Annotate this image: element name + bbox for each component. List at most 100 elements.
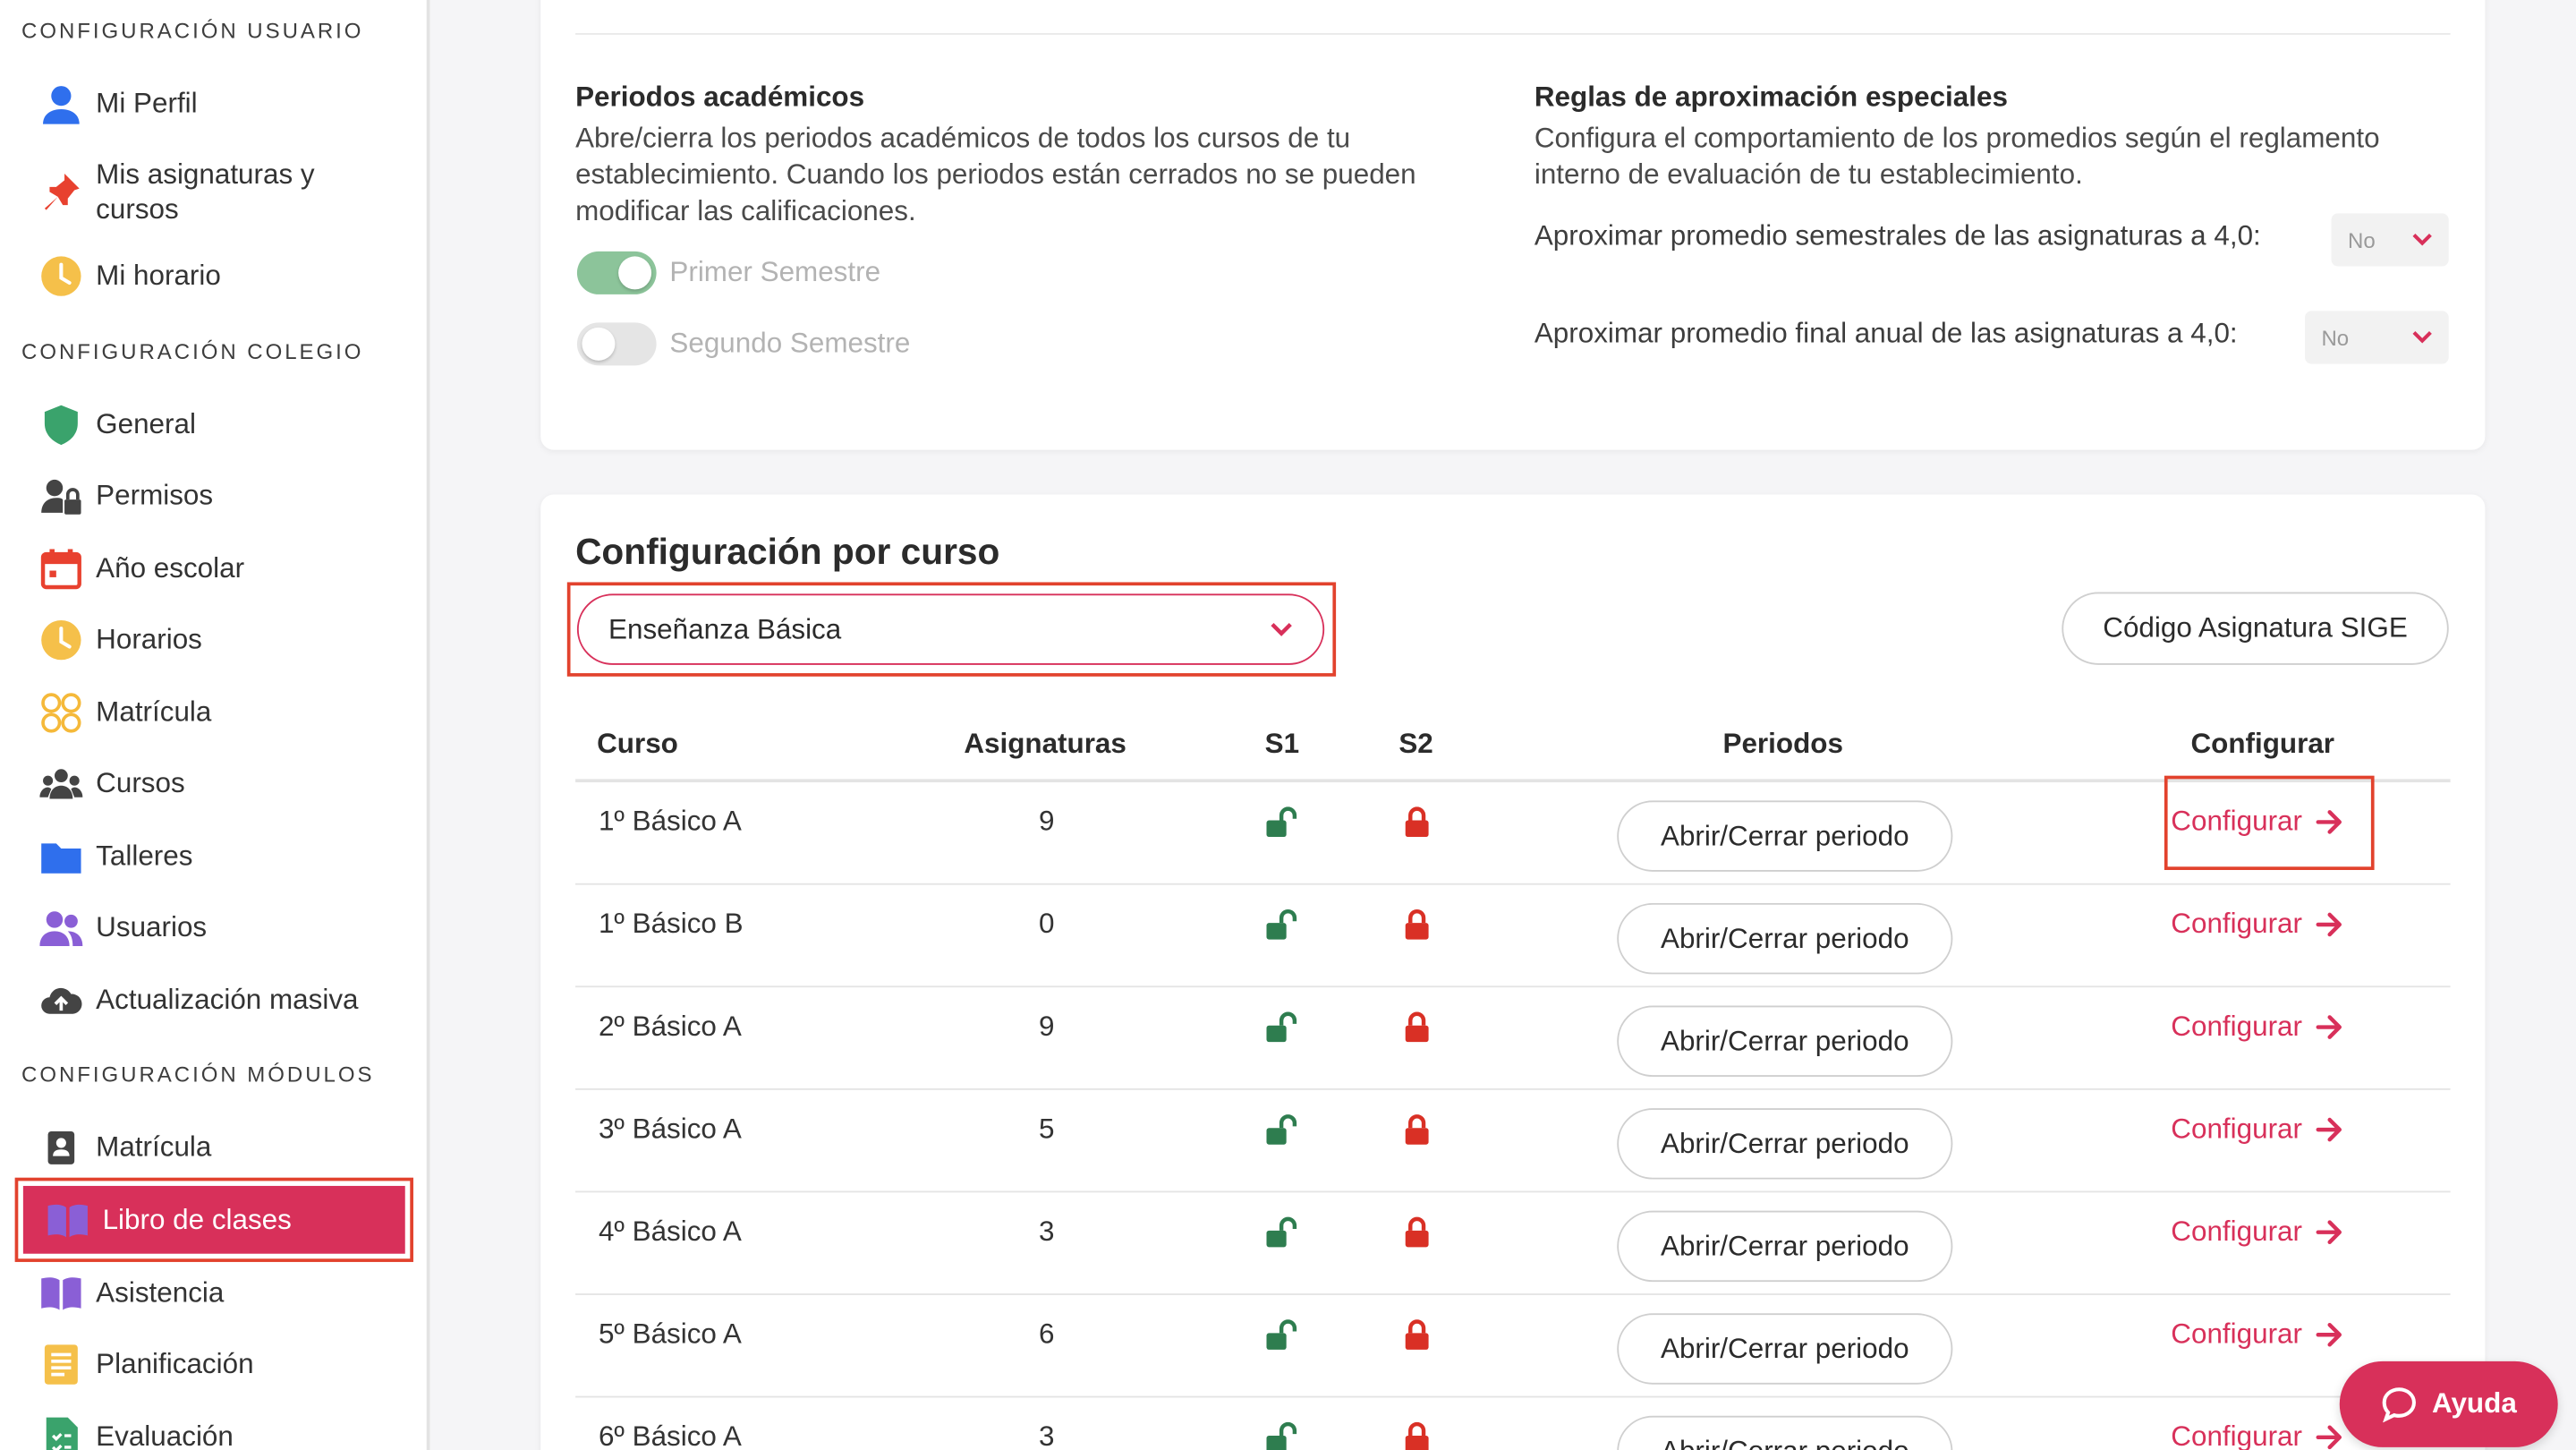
rule-label: Aproximar promedio final anual de las as… [1534, 317, 2238, 349]
sidebar-item-label: Asistencia [96, 1276, 225, 1309]
chevron-down-icon [1271, 623, 1292, 636]
open-close-period-button[interactable]: Abrir/Cerrar periodo [1617, 902, 1953, 975]
cloud-upload-icon [39, 979, 82, 1022]
open-close-period-button[interactable]: Abrir/Cerrar periodo [1617, 800, 1953, 872]
toggle-knob [582, 327, 616, 361]
clock-icon [39, 255, 82, 298]
sidebar-item-actualizacion-masiva[interactable]: Actualización masiva [39, 979, 413, 1022]
contact-card-icon [39, 1126, 82, 1169]
sidebar-item-asistencia[interactable]: Asistencia [39, 1272, 413, 1315]
unlock-icon [1265, 1318, 1298, 1352]
sidebar-item-label: General [96, 408, 196, 440]
open-close-period-button[interactable]: Abrir/Cerrar periodo [1617, 1108, 1953, 1180]
configure-link[interactable]: Configurar [2171, 1113, 2345, 1147]
sidebar-item-mi-perfil[interactable]: Mi Perfil [39, 82, 413, 125]
rules-description: Configura el comportamiento de los prome… [1534, 122, 2380, 191]
column-header-asignaturas: Asignaturas [964, 728, 1126, 760]
subject-count: 6 [1038, 1318, 1055, 1350]
column-header-s2: S2 [1399, 728, 1433, 760]
course-config-title: Configuración por curso [575, 531, 1000, 573]
help-label: Ayuda [2431, 1387, 2517, 1420]
help-button[interactable]: Ayuda [2339, 1360, 2558, 1447]
sidebar-item-mis-asignaturas[interactable]: Mis asignaturas y cursos [39, 156, 413, 228]
table-row: 1º Básico B 0 Abrir/Cerrar periodo Configur… [575, 885, 2451, 988]
arrow-right-icon [2316, 911, 2345, 938]
sige-code-button[interactable]: Código Asignatura SIGE [2062, 592, 2449, 665]
sidebar-item-label: Usuarios [96, 911, 208, 943]
toggle-label: Segundo Semestre [669, 327, 911, 359]
course-name: 1º Básico B [598, 908, 744, 940]
clock-icon [39, 618, 82, 661]
sidebar-item-label: Permisos [96, 479, 214, 512]
toggle-segundo-semestre[interactable] [576, 322, 657, 366]
table-row: 5º Básico A 6 Abrir/Cerrar periodo Configur… [575, 1295, 2451, 1398]
toggle-primer-semestre[interactable] [576, 251, 657, 294]
sidebar-item-matricula-modulo[interactable]: Matrícula [39, 1126, 413, 1169]
sidebar-item-libro-de-clases[interactable]: Libro de clases [14, 1177, 413, 1262]
sidebar-item-usuarios[interactable]: Usuarios [39, 907, 413, 950]
rule-label: Aproximar promedio semestrales de las as… [1534, 219, 2261, 252]
rule-select-semestral[interactable]: No [2331, 213, 2449, 267]
sidebar-item-label: Actualización masiva [96, 984, 359, 1016]
sidebar-item-label: Año escolar [96, 552, 245, 584]
course-name: 5º Básico A [598, 1318, 742, 1350]
column-header-s1: S1 [1264, 728, 1300, 760]
unlock-icon [1265, 908, 1298, 941]
open-close-period-button[interactable]: Abrir/Cerrar periodo [1617, 1005, 1953, 1077]
subject-count: 3 [1038, 1215, 1055, 1248]
lock-icon [1400, 908, 1433, 941]
open-close-period-button[interactable]: Abrir/Cerrar periodo [1617, 1210, 1953, 1283]
configure-link[interactable]: Configurar [2171, 1318, 2345, 1352]
table-row: 2º Básico A 9 Abrir/Cerrar periodo Configur… [575, 987, 2451, 1090]
sidebar-item-talleres[interactable]: Talleres [39, 835, 413, 878]
unlock-icon [1265, 1420, 1298, 1450]
configure-label: Configurar [2171, 1011, 2302, 1043]
notes-icon [39, 1343, 82, 1386]
sidebar-item-label: Libro de clases [102, 1203, 292, 1235]
arrow-right-icon [2316, 1219, 2345, 1246]
lock-icon [1400, 1215, 1433, 1249]
sidebar-item-matricula[interactable]: Matrícula [39, 691, 413, 734]
course-name: 2º Básico A [598, 1011, 742, 1043]
sidebar-item-horarios[interactable]: Horarios [39, 618, 413, 661]
rule-select-anual[interactable]: No [2304, 311, 2449, 364]
open-close-period-button[interactable]: Abrir/Cerrar periodo [1617, 1415, 1953, 1450]
section-title-school: CONFIGURACIÓN COLEGIO [21, 338, 364, 364]
sidebar-item-general[interactable]: General [39, 404, 413, 447]
chevron-down-icon [2412, 330, 2432, 344]
unlock-icon [1265, 1113, 1298, 1147]
chevron-down-icon [2412, 233, 2432, 246]
sidebar-item-planificacion[interactable]: Planificación [39, 1343, 413, 1386]
configure-link[interactable]: Configurar [2171, 1420, 2345, 1450]
sidebar-item-label: Mi horario [96, 260, 221, 292]
sidebar-item-label: Mi Perfil [96, 87, 198, 120]
select-value: Enseñanza Básica [608, 612, 842, 644]
level-select[interactable]: Enseñanza Básica [576, 593, 1325, 665]
configure-link[interactable]: Configurar [2171, 908, 2345, 941]
faces-icon [39, 691, 82, 734]
sidebar-item-permisos[interactable]: Permisos [39, 474, 413, 517]
column-header-configurar: Configurar [2190, 728, 2335, 760]
lock-icon [1400, 1113, 1433, 1147]
table-row: 4º Básico A 3 Abrir/Cerrar periodo Configur… [575, 1192, 2451, 1295]
sidebar-item-evaluacion[interactable]: Evaluación [39, 1416, 413, 1450]
toggle-label: Primer Semestre [669, 256, 881, 288]
lock-icon [1400, 1420, 1433, 1450]
folder-icon [39, 835, 82, 878]
configure-link[interactable]: Configurar [2171, 1215, 2345, 1249]
configure-label: Configurar [2171, 1318, 2302, 1350]
sidebar-item-ano-escolar[interactable]: Año escolar [39, 548, 413, 591]
sidebar-item-cursos[interactable]: Cursos [39, 763, 413, 806]
configure-link[interactable]: Configurar [2171, 1011, 2345, 1044]
open-close-period-button[interactable]: Abrir/Cerrar periodo [1617, 1313, 1953, 1385]
sidebar-item-label: Horarios [96, 623, 202, 655]
subject-count: 0 [1038, 908, 1055, 940]
column-header-curso: Curso [597, 728, 678, 760]
sidebar-item-label: Mis asignaturas y cursos [96, 158, 315, 226]
highlight-box [2164, 775, 2375, 870]
subject-count: 9 [1038, 1011, 1055, 1043]
subject-count: 3 [1038, 1420, 1055, 1450]
unlock-icon [1265, 1215, 1298, 1249]
sidebar-item-mi-horario[interactable]: Mi horario [39, 255, 413, 298]
course-name: 1º Básico A [598, 805, 742, 838]
